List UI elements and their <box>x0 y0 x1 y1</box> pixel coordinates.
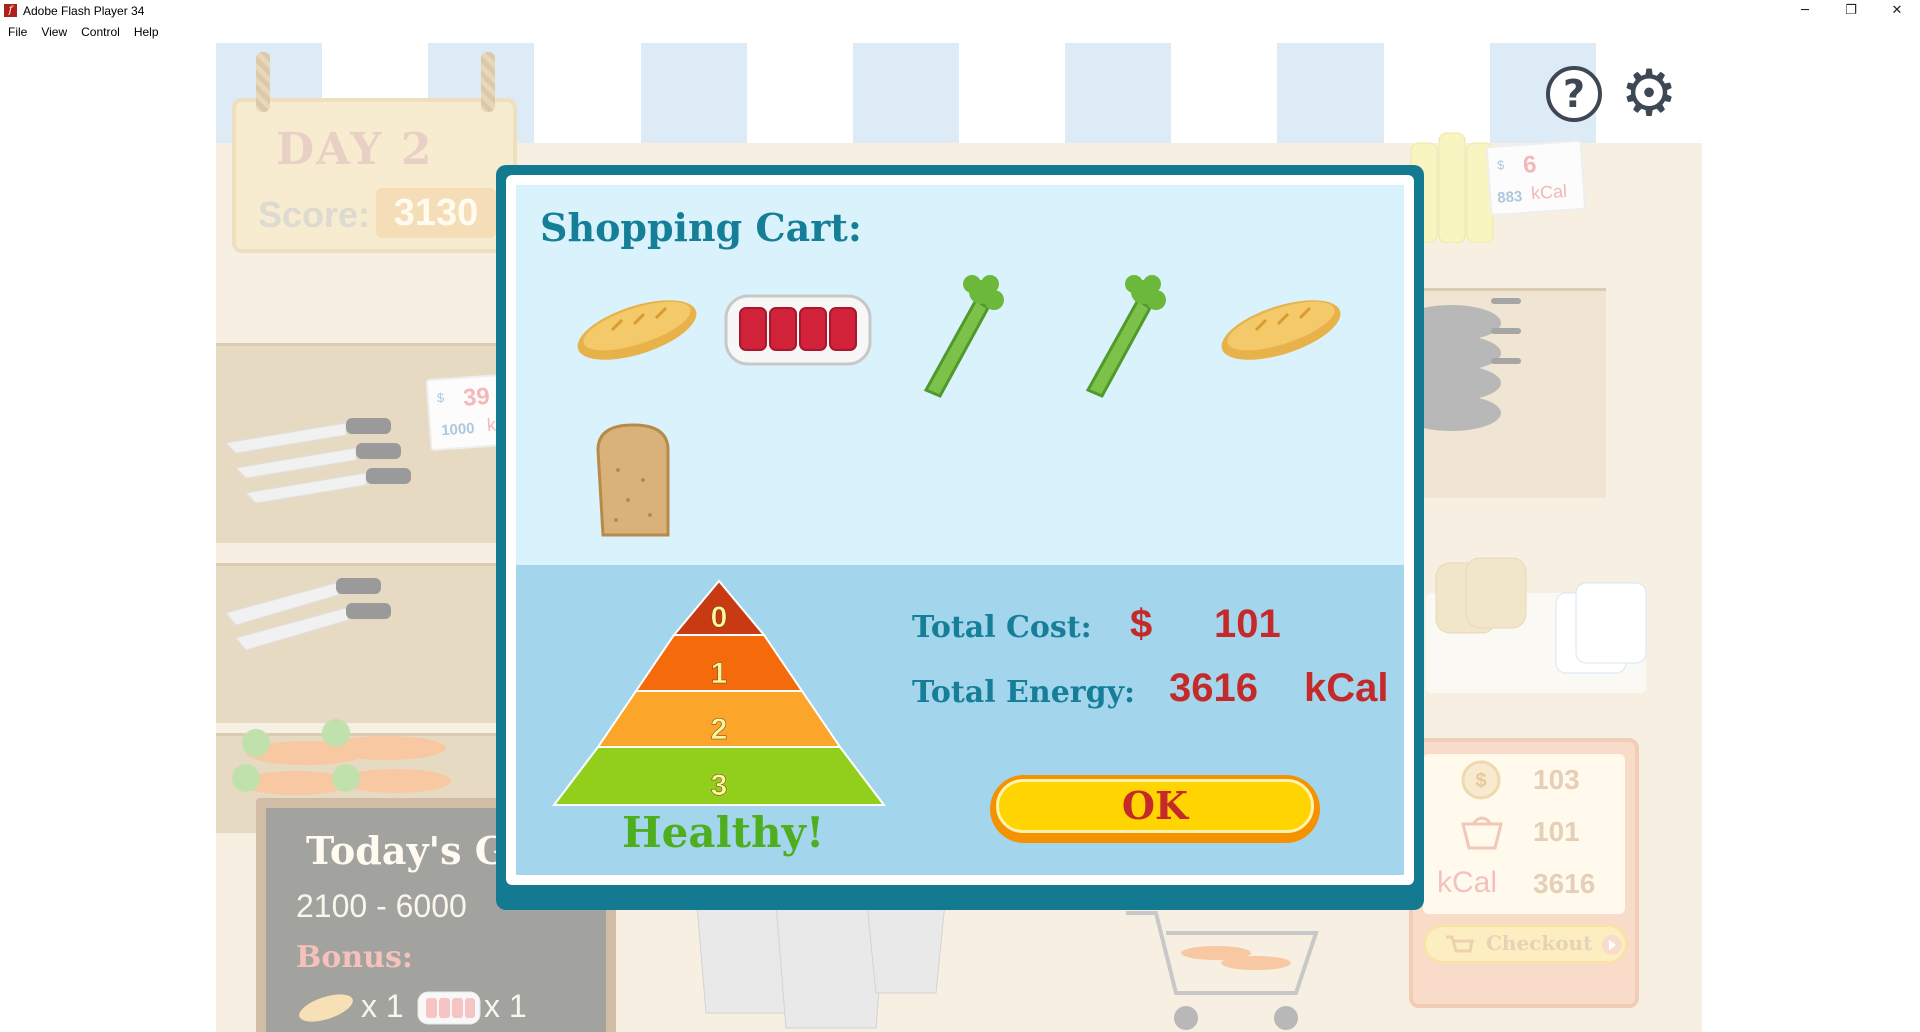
pyramid-label-0: 0 <box>711 601 728 634</box>
window-title: Adobe Flash Player 34 <box>23 3 145 18</box>
gear-icon[interactable]: ⚙ <box>1616 61 1682 127</box>
restore-button[interactable]: ❐ <box>1828 0 1874 21</box>
dialog-title: Shopping Cart: <box>540 205 862 250</box>
total-energy-value: 3616 <box>1169 666 1258 710</box>
menu-view[interactable]: View <box>41 25 67 39</box>
bread-slice-icon <box>596 423 670 537</box>
pyramid-label-2: 2 <box>711 713 728 746</box>
close-button[interactable]: ✕ <box>1874 0 1920 21</box>
total-energy-label: Total Energy: <box>912 675 1136 710</box>
health-pyramid: 0 1 2 3 <box>551 579 887 806</box>
total-cost-value: 101 <box>1214 602 1281 646</box>
energy-unit: kCal <box>1304 666 1389 710</box>
ok-label: OK <box>996 779 1314 833</box>
celery-icon <box>1085 275 1166 398</box>
currency-symbol: $ <box>1130 602 1153 646</box>
pyramid-label-1: 1 <box>711 657 728 690</box>
ok-button[interactable]: OK <box>990 775 1320 843</box>
title-bar: f Adobe Flash Player 34 ─ ❐ ✕ <box>0 0 1920 21</box>
menu-control[interactable]: Control <box>81 25 120 39</box>
menu-bar: File View Control Help <box>0 21 1920 43</box>
baguette-icon <box>1221 300 1341 360</box>
shopping-cart-dialog: Shopping Cart: 0 1 2 3 Healthy! Total Co… <box>496 165 1424 910</box>
celery-icon <box>923 275 1004 398</box>
menu-help[interactable]: Help <box>134 25 159 39</box>
help-button[interactable]: ? <box>1546 66 1602 122</box>
menu-file[interactable]: File <box>8 25 27 39</box>
minimize-button[interactable]: ─ <box>1782 0 1828 21</box>
health-verdict: Healthy! <box>622 808 825 857</box>
baguette-icon <box>577 300 697 360</box>
raw-meat-icon <box>724 294 872 366</box>
flash-player-icon: f <box>4 4 17 17</box>
total-cost-label: Total Cost: <box>912 610 1092 645</box>
pyramid-label-3: 3 <box>711 769 728 802</box>
